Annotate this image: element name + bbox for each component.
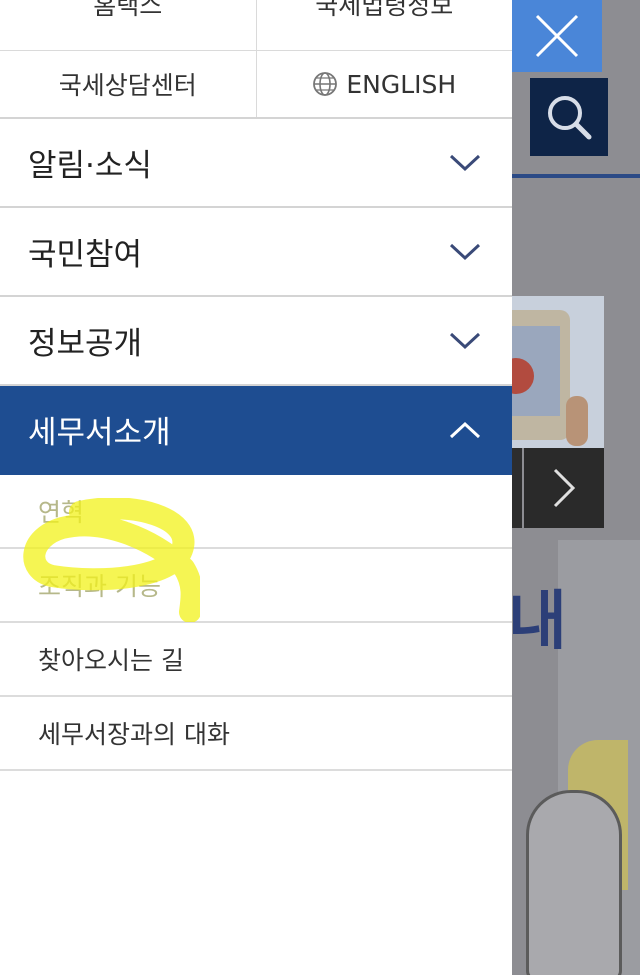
close-x-icon — [535, 14, 579, 58]
hometax-link[interactable]: 홈택스 — [0, 0, 256, 50]
side-menu-drawer: 홈택스 국세법령정보 국세상담센터 ENGLISH 알림·소식 국민참여 정보공… — [0, 0, 512, 975]
menu-item-office-intro[interactable]: 세무서소개 — [0, 386, 512, 475]
top-link-row-2: 국세상담센터 ENGLISH — [0, 51, 512, 119]
banner-next-button[interactable] — [524, 448, 604, 528]
submenu-item-dialogue[interactable]: 세무서장과의 대화 — [0, 697, 512, 771]
menu-item-notice[interactable]: 알림·소식 — [0, 119, 512, 208]
background-page: 내 — [512, 0, 640, 975]
law-info-link[interactable]: 국세법령정보 — [255, 0, 513, 50]
hand-illustration — [566, 396, 588, 446]
menu-item-label: 국민참여 — [28, 237, 143, 273]
top-link-row-1: 홈택스 국세법령정보 — [0, 0, 512, 51]
chevron-down-icon — [449, 243, 481, 260]
counsel-center-link[interactable]: 국세상담센터 — [0, 51, 256, 117]
close-menu-button[interactable] — [512, 0, 602, 72]
submenu-item-label: 조직과 기능 — [38, 572, 161, 601]
poster-text: 내 — [512, 585, 567, 659]
submenu-item-label: 찾아오시는 길 — [38, 646, 184, 675]
globe-icon — [313, 72, 338, 96]
banner-prev-edge — [512, 448, 522, 528]
chevron-down-icon — [449, 154, 481, 171]
english-label: ENGLISH — [346, 69, 457, 99]
chevron-down-icon — [449, 332, 481, 349]
chevron-up-icon — [449, 421, 481, 438]
law-info-label: 국세법령정보 — [315, 0, 454, 20]
search-icon — [548, 96, 592, 140]
counsel-center-label: 국세상담센터 — [58, 71, 197, 100]
chevron-right-icon — [553, 468, 576, 508]
submenu-item-label: 세무서장과의 대화 — [38, 720, 230, 749]
menu-item-disclosure[interactable]: 정보공개 — [0, 297, 512, 386]
submenu-item-directions[interactable]: 찾아오시는 길 — [0, 623, 512, 697]
menu-item-label: 알림·소식 — [28, 148, 152, 184]
person-illustration — [526, 790, 622, 975]
header-underline — [512, 174, 640, 178]
submenu-item-history[interactable]: 연혁 — [0, 475, 512, 549]
hometax-label: 홈택스 — [93, 0, 163, 20]
english-link[interactable]: ENGLISH — [255, 51, 513, 117]
submenu-item-organization[interactable]: 조직과 기능 — [0, 549, 512, 623]
submenu-item-label: 연혁 — [38, 498, 85, 527]
search-button[interactable] — [530, 78, 608, 156]
menu-item-participation[interactable]: 국민참여 — [0, 208, 512, 297]
menu-item-label: 세무서소개 — [28, 415, 171, 451]
menu-item-label: 정보공개 — [28, 326, 143, 362]
